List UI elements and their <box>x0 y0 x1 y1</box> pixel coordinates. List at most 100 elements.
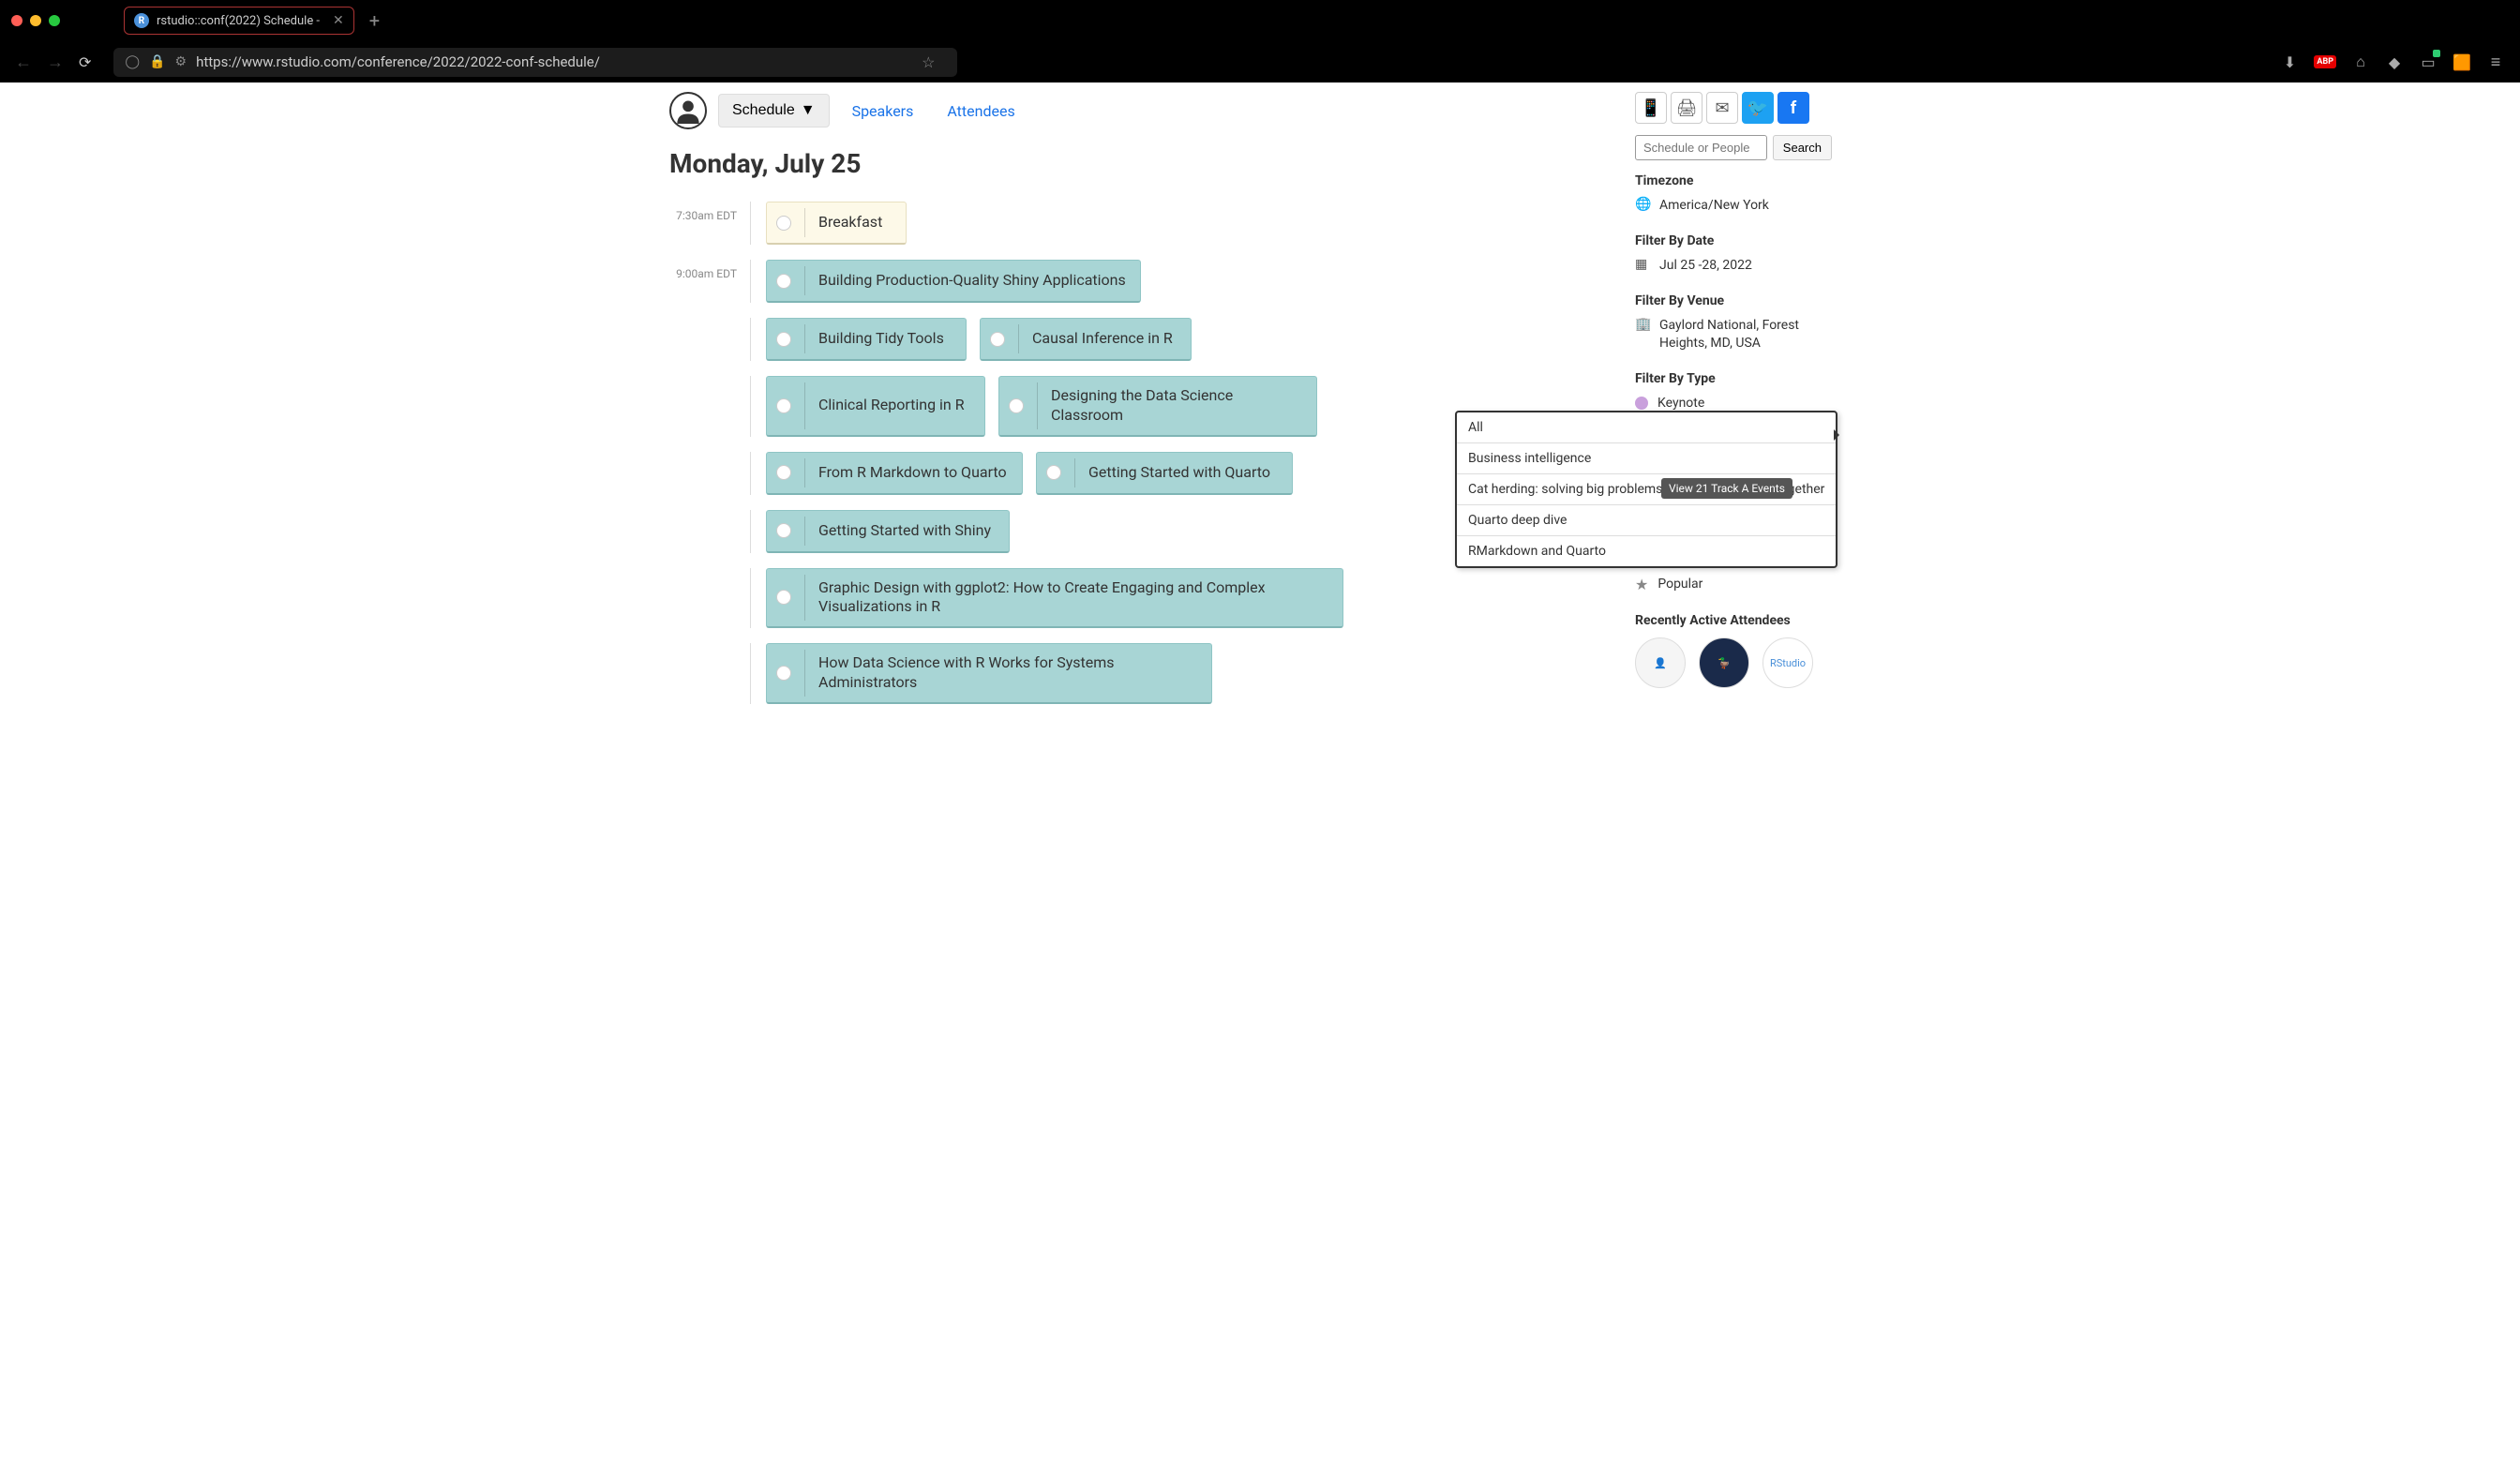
extension-icons: ⬇ ABP ⌂ ◆ ▭ 🟧 ≡ <box>2280 52 2505 71</box>
new-tab-button[interactable]: + <box>362 9 387 32</box>
event-card[interactable]: Getting Started with Shiny <box>766 510 1010 553</box>
track-tooltip: View 21 Track A Events <box>1661 478 1792 499</box>
date-row[interactable]: ▦ Jul 25 -28, 2022 <box>1635 254 1832 277</box>
filter-type-heading: Filter By Type <box>1635 371 1832 386</box>
event-card[interactable]: Getting Started with Quarto <box>1036 452 1293 495</box>
twitter-icon[interactable]: 🐦 <box>1742 92 1774 124</box>
event-title: Breakfast <box>818 213 894 232</box>
email-icon[interactable]: ✉ <box>1706 92 1738 124</box>
event-circle-icon[interactable] <box>776 398 791 413</box>
chevron-down-icon: ▼ <box>801 102 816 119</box>
mobile-icon[interactable]: 📱 <box>1635 92 1667 124</box>
search-row: Search <box>1635 135 1832 160</box>
event-circle-icon[interactable] <box>776 216 791 231</box>
search-button[interactable]: Search <box>1773 135 1832 160</box>
type-color-dot <box>1635 397 1648 410</box>
event-card[interactable]: Building Tidy Tools <box>766 318 967 361</box>
browser-toolbar: ← → ⟳ ◯ 🔒 ⚙ https://www.rstudio.com/conf… <box>0 41 2520 82</box>
user-avatar[interactable] <box>669 92 707 129</box>
download-icon[interactable]: ⬇ <box>2280 52 2299 71</box>
event-title: Building Tidy Tools <box>818 329 954 349</box>
popup-item[interactable]: RMarkdown and Quarto <box>1457 536 1836 566</box>
timezone-value: America/New York <box>1659 197 1832 214</box>
event-card[interactable]: Building Production-Quality Shiny Applic… <box>766 260 1141 303</box>
window-controls <box>11 15 60 26</box>
tab-bar: R rstudio::conf(2022) Schedule - ✕ + <box>0 0 2520 41</box>
time-label: 7:30am EDT <box>669 202 750 222</box>
star-icon: ★ <box>1635 576 1648 593</box>
event-title: How Data Science with R Works for System… <box>818 653 1200 693</box>
popup-item[interactable]: All <box>1457 412 1836 443</box>
time-row: 9:00am EDTHow Data Science with R Works … <box>669 643 1616 704</box>
event-title: Getting Started with Quarto <box>1088 463 1281 483</box>
share-icons: 📱 🖨 ✉ 🐦 f <box>1635 92 1832 124</box>
globe-icon: 🌐 <box>1635 197 1650 212</box>
print-icon[interactable]: 🖨 <box>1671 92 1702 124</box>
event-circle-icon[interactable] <box>776 523 791 538</box>
extension-icon-1[interactable]: ◆ <box>2385 52 2404 71</box>
event-card[interactable]: Designing the Data Science Classroom <box>998 376 1317 437</box>
popup-item[interactable]: Quarto deep dive <box>1457 505 1836 536</box>
browser-chrome: R rstudio::conf(2022) Schedule - ✕ + ← →… <box>0 0 2520 82</box>
event-card[interactable]: Breakfast <box>766 202 907 245</box>
timezone-heading: Timezone <box>1635 173 1832 188</box>
event-title: Building Production-Quality Shiny Applic… <box>818 271 1129 291</box>
event-circle-icon[interactable] <box>1046 465 1061 480</box>
event-title: Designing the Data Science Classroom <box>1051 386 1305 426</box>
event-title: Causal Inference in R <box>1032 329 1179 349</box>
permissions-icon: ⚙ <box>175 54 188 69</box>
event-circle-icon[interactable] <box>1009 398 1024 413</box>
event-title: From R Markdown to Quarto <box>818 463 1011 483</box>
shield-icon: ◯ <box>125 54 140 69</box>
event-circle-icon[interactable] <box>990 332 1005 347</box>
event-card[interactable]: Graphic Design with ggplot2: How to Crea… <box>766 568 1343 629</box>
time-row: 9:00am EDTBuilding Production-Quality Sh… <box>669 260 1616 303</box>
browser-tab[interactable]: R rstudio::conf(2022) Schedule - ✕ <box>124 7 354 35</box>
event-card[interactable]: From R Markdown to Quarto <box>766 452 1023 495</box>
speakers-link[interactable]: Speakers <box>841 102 925 120</box>
event-circle-icon[interactable] <box>776 590 791 605</box>
maximize-window-button[interactable] <box>49 15 60 26</box>
filter-venue-heading: Filter By Venue <box>1635 293 1832 308</box>
home-icon[interactable]: ⌂ <box>2351 52 2370 71</box>
close-window-button[interactable] <box>11 15 22 26</box>
venue-row[interactable]: 🏢 Gaylord National, Forest Heights, MD, … <box>1635 314 1832 353</box>
adblock-icon[interactable]: ABP <box>2314 55 2336 68</box>
attendee-avatar-1[interactable]: 👤 <box>1635 637 1686 688</box>
event-circle-icon[interactable] <box>776 666 791 681</box>
type-label: Keynote <box>1658 395 1832 412</box>
event-card[interactable]: Clinical Reporting in R <box>766 376 985 437</box>
bookmark-star-icon[interactable]: ☆ <box>922 53 935 71</box>
back-button[interactable]: ← <box>15 52 32 72</box>
attendee-avatar-3[interactable]: RStudio <box>1762 637 1813 688</box>
tab-favicon: R <box>134 13 149 28</box>
menu-icon[interactable]: ≡ <box>2486 52 2505 71</box>
popup-item[interactable]: Business intelligence <box>1457 443 1836 474</box>
schedule-dropdown[interactable]: Schedule ▼ <box>718 94 830 127</box>
time-row: 9:00am EDTBuilding Tidy ToolsCausal Infe… <box>669 318 1616 361</box>
search-input[interactable] <box>1635 135 1767 160</box>
day-heading: Monday, July 25 <box>669 148 1616 179</box>
tab-close-icon[interactable]: ✕ <box>333 13 344 28</box>
extension-icon-2[interactable]: ▭ <box>2419 52 2438 71</box>
reload-button[interactable]: ⟳ <box>79 53 91 71</box>
url-bar[interactable]: ◯ 🔒 ⚙ https://www.rstudio.com/conference… <box>113 48 957 77</box>
extension-icon-3[interactable]: 🟧 <box>2452 52 2471 71</box>
calendar-icon: ▦ <box>1635 257 1650 272</box>
attendees-link[interactable]: Attendees <box>936 102 1026 120</box>
event-circle-icon[interactable] <box>776 465 791 480</box>
facebook-icon[interactable]: f <box>1778 92 1809 124</box>
attendee-avatar-2[interactable]: 🦆 <box>1699 637 1749 688</box>
event-card[interactable]: Causal Inference in R <box>980 318 1192 361</box>
filter-date-heading: Filter By Date <box>1635 233 1832 248</box>
event-title: Clinical Reporting in R <box>818 396 973 415</box>
event-circle-icon[interactable] <box>776 274 791 289</box>
timezone-row[interactable]: 🌐 America/New York <box>1635 194 1832 217</box>
attendees-heading: Recently Active Attendees <box>1635 613 1832 628</box>
event-circle-icon[interactable] <box>776 332 791 347</box>
event-card[interactable]: How Data Science with R Works for System… <box>766 643 1212 704</box>
venue-value: Gaylord National, Forest Heights, MD, US… <box>1659 317 1832 351</box>
popular-row[interactable]: ★ Popular <box>1635 573 1832 596</box>
forward-button[interactable]: → <box>47 52 64 72</box>
minimize-window-button[interactable] <box>30 15 41 26</box>
